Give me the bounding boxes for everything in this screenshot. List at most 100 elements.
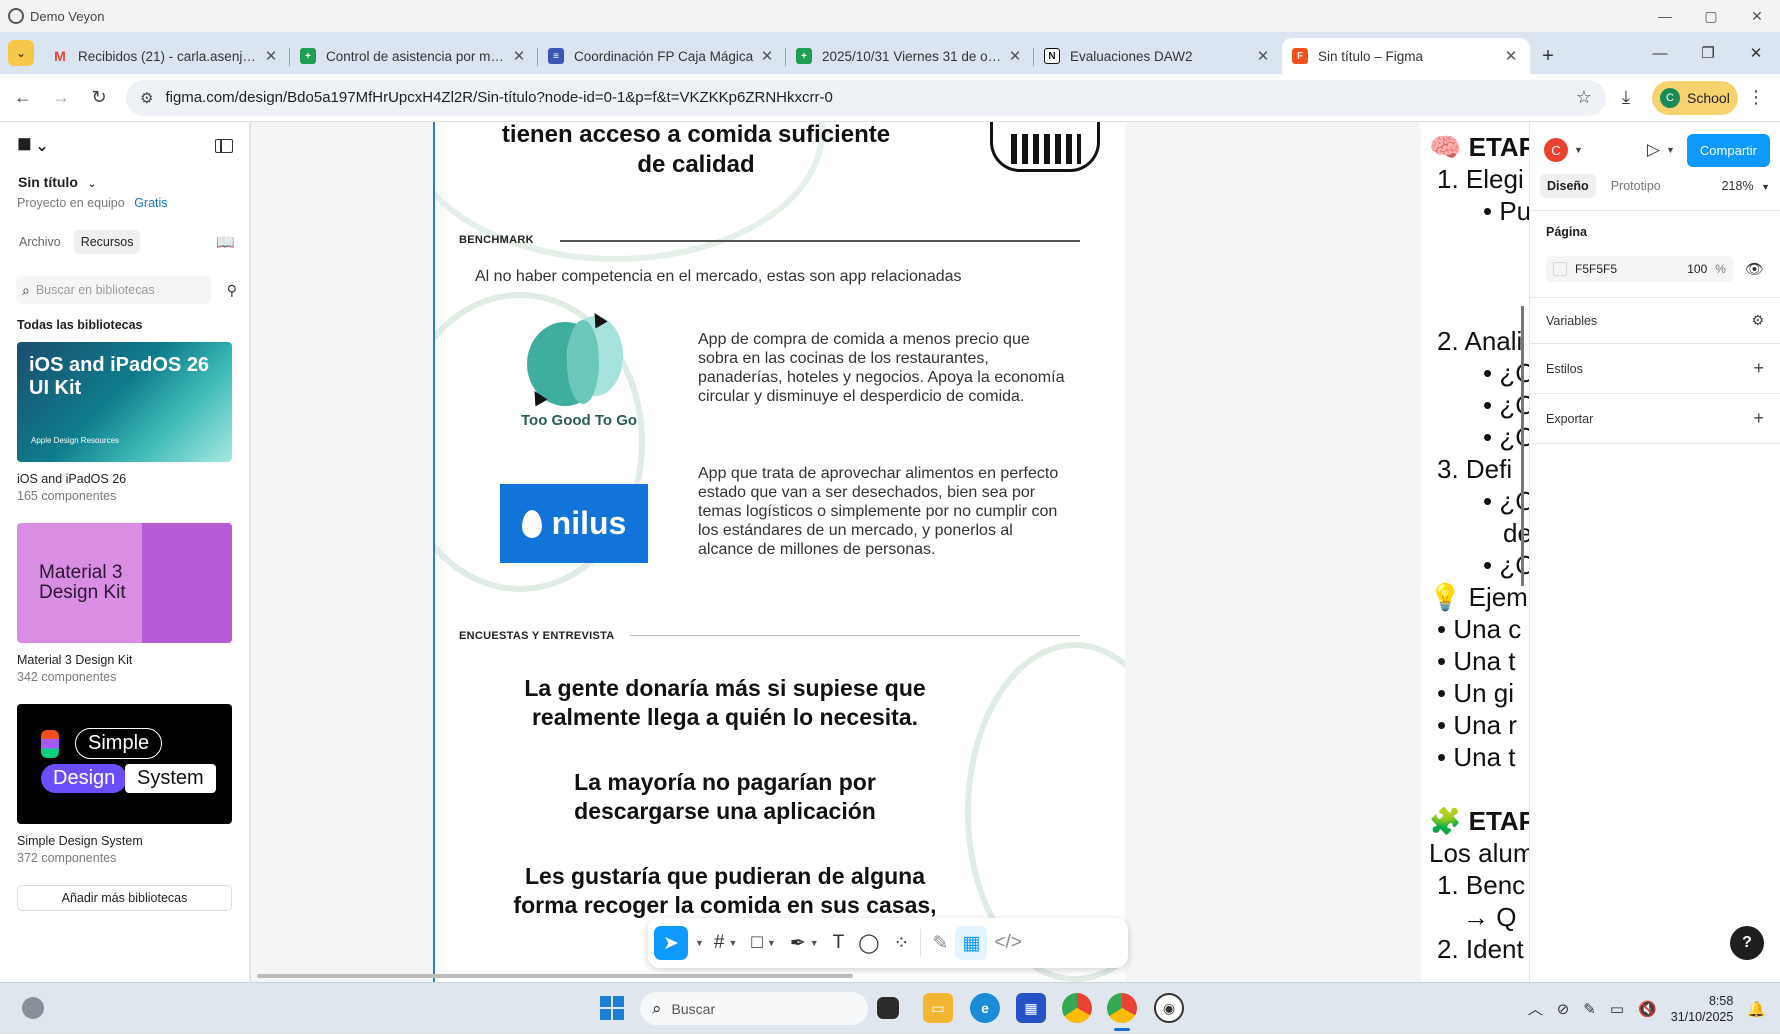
- library-search-input[interactable]: ⌕ Buscar en bibliotecas: [16, 276, 211, 304]
- move-tool-dropdown[interactable]: ▼: [688, 926, 707, 960]
- tab-sheets-viernes[interactable]: + 2025/10/31 Viernes 31 de octul ✕: [786, 38, 1034, 74]
- tab-sheets-asistencia[interactable]: + Control de asistencia por módu ✕: [290, 38, 538, 74]
- filter-icon[interactable]: ⚲: [211, 282, 237, 299]
- actions-tool-icon[interactable]: ⁘: [887, 926, 917, 960]
- display-icon[interactable]: ▭: [1610, 1000, 1624, 1018]
- chrome-menu-icon[interactable]: ⋮: [1738, 87, 1774, 108]
- draw-mode-icon[interactable]: ✎: [925, 926, 955, 960]
- add-libraries-button[interactable]: Añadir más bibliotecas: [17, 885, 232, 911]
- veyon-icon[interactable]: ◉: [1154, 993, 1184, 1023]
- variables-settings-icon[interactable]: ⚙: [1751, 312, 1764, 329]
- profile-button[interactable]: C School: [1652, 80, 1738, 115]
- close-tab-icon[interactable]: ✕: [758, 47, 776, 65]
- new-tab-button[interactable]: +: [1530, 38, 1566, 74]
- adjacent-document-frame[interactable]: 🧠 ETAP 1. Elegi • Pu 2. Anali • ¿C • ¿C …: [1421, 122, 1529, 982]
- chevron-down-icon[interactable]: ▼: [1666, 145, 1675, 155]
- share-button[interactable]: Compartir: [1686, 133, 1770, 167]
- zoom-level[interactable]: 218% ▼: [1722, 179, 1770, 193]
- minimize-button[interactable]: —: [1642, 0, 1688, 32]
- library-card-ios[interactable]: iOS and iPadOS 26 UI Kit Apple Design Re…: [17, 342, 232, 503]
- thumbnail-title: Material 3 Design Kit: [39, 562, 126, 603]
- tab-figma[interactable]: F Sin título – Figma ✕: [1282, 38, 1530, 74]
- site-info-icon[interactable]: ⚙: [140, 89, 153, 107]
- notification-bell-icon[interactable]: 🔔: [1747, 1000, 1766, 1018]
- url-text[interactable]: figma.com/design/Bdo5a197MfHrUpcxH4Zl2R/…: [165, 89, 1575, 106]
- design-mode-icon[interactable]: ▦: [955, 926, 988, 960]
- clock[interactable]: 8:58 31/10/2025: [1671, 993, 1734, 1025]
- file-name[interactable]: Sin título ⌄: [0, 166, 249, 190]
- chrome-profile-icon[interactable]: [1107, 993, 1137, 1023]
- chrome-icon[interactable]: [1062, 993, 1092, 1023]
- export-section[interactable]: Exportar +: [1530, 393, 1780, 444]
- page-color-value[interactable]: F5F5F5: [1575, 262, 1687, 276]
- close-tab-icon[interactable]: ✕: [262, 47, 280, 65]
- chevron-down-icon[interactable]: ▼: [1574, 145, 1583, 155]
- library-card-material[interactable]: Material 3 Design Kit Material 3 Design …: [17, 523, 232, 684]
- file-explorer-icon[interactable]: ▭: [923, 993, 953, 1023]
- tray-chevron-icon[interactable]: ︿: [1528, 998, 1543, 1019]
- help-button[interactable]: ?: [1730, 926, 1764, 960]
- slide-frame[interactable]: tienen acceso a comida suficiente de cal…: [435, 122, 1125, 982]
- close-tab-icon[interactable]: ✕: [1502, 47, 1520, 65]
- edge-icon[interactable]: e: [970, 993, 1000, 1023]
- omnibox[interactable]: ⚙ figma.com/design/Bdo5a197MfHrUpcxH4Zl2…: [126, 79, 1606, 116]
- tab-diseno[interactable]: Diseño: [1540, 174, 1596, 198]
- tab-recursos[interactable]: Recursos: [73, 230, 141, 254]
- visibility-eye-icon[interactable]: 👁: [1745, 260, 1764, 278]
- tab-prototipo[interactable]: Prototipo: [1604, 174, 1668, 198]
- close-tab-icon[interactable]: ✕: [1254, 47, 1272, 65]
- page-fill-input[interactable]: F5F5F5 100 %: [1546, 256, 1733, 282]
- reload-icon[interactable]: ↻: [80, 79, 118, 117]
- chrome-close-button[interactable]: ✕: [1732, 32, 1780, 74]
- toggle-sidebar-icon[interactable]: [215, 139, 233, 153]
- close-tab-icon[interactable]: ✕: [510, 47, 528, 65]
- add-export-icon[interactable]: +: [1753, 408, 1764, 429]
- chrome-restore-button[interactable]: ❐: [1684, 32, 1732, 74]
- variables-section[interactable]: Variables ⚙: [1530, 297, 1780, 343]
- section-rule: [630, 635, 1080, 636]
- task-view-icon[interactable]: [877, 997, 899, 1019]
- figma-menu-icon[interactable]: ⯀ ⌄: [18, 136, 49, 156]
- network-icon[interactable]: ⊘: [1557, 1000, 1570, 1018]
- weather-widget-icon[interactable]: [22, 997, 44, 1019]
- volume-muted-icon[interactable]: 🔇: [1638, 1000, 1657, 1018]
- user-avatar[interactable]: C: [1544, 138, 1568, 162]
- tab-coordinacion[interactable]: ≡ Coordinación FP Caja Mágica ✕: [538, 38, 786, 74]
- color-swatch[interactable]: [1553, 262, 1567, 276]
- pen-tool-icon[interactable]: ✒ ▼: [783, 926, 826, 960]
- back-icon[interactable]: ←: [4, 79, 42, 117]
- canvas-horizontal-scrollbar[interactable]: [257, 974, 853, 978]
- frame-tool-icon[interactable]: # ▼: [707, 926, 745, 960]
- chrome-minimize-button[interactable]: —: [1636, 32, 1684, 74]
- taskbar-search[interactable]: ⌕ Buscar: [640, 992, 868, 1025]
- styles-section[interactable]: Estilos +: [1530, 343, 1780, 393]
- doc-scrollbar[interactable]: [1521, 306, 1524, 586]
- forward-icon[interactable]: →: [42, 79, 80, 117]
- library-card-sds[interactable]: Simple Design System Simple Design Syste…: [17, 704, 232, 865]
- move-tool-icon[interactable]: ➤: [654, 926, 688, 960]
- comment-tool-icon[interactable]: ◯: [851, 926, 886, 960]
- downloads-icon[interactable]: ⤓: [1606, 87, 1646, 108]
- bookmark-star-icon[interactable]: ☆: [1576, 87, 1592, 108]
- book-icon[interactable]: 📖: [216, 233, 235, 251]
- figma-canvas[interactable]: tienen acceso a comida suficiente de cal…: [251, 122, 1529, 982]
- browser-tabstrip: ⌄ M Recibidos (21) - carla.asenjo@e ✕ + …: [0, 32, 1780, 74]
- plan-badge[interactable]: Gratis: [134, 196, 167, 210]
- doc-line: • Pu: [1483, 196, 1529, 226]
- page-opacity-value[interactable]: 100: [1687, 262, 1707, 276]
- maximize-button[interactable]: ▢: [1688, 0, 1734, 32]
- tab-notion[interactable]: N Evaluaciones DAW2 ✕: [1034, 38, 1282, 74]
- text-tool-icon[interactable]: T: [826, 926, 852, 960]
- present-play-icon[interactable]: ▷: [1647, 140, 1660, 160]
- dev-mode-icon[interactable]: </>: [987, 926, 1028, 960]
- start-button-icon[interactable]: [600, 996, 624, 1020]
- close-window-button[interactable]: ✕: [1734, 0, 1780, 32]
- tab-search-button[interactable]: ⌄: [8, 40, 34, 66]
- tab-gmail[interactable]: M Recibidos (21) - carla.asenjo@e ✕: [42, 38, 290, 74]
- shape-tool-icon[interactable]: □ ▼: [744, 926, 782, 960]
- tab-archivo[interactable]: Archivo: [12, 230, 68, 254]
- store-icon[interactable]: ▦: [1016, 993, 1046, 1023]
- pen-icon[interactable]: ✎: [1583, 1000, 1596, 1018]
- add-style-icon[interactable]: +: [1753, 358, 1764, 379]
- close-tab-icon[interactable]: ✕: [1006, 47, 1024, 65]
